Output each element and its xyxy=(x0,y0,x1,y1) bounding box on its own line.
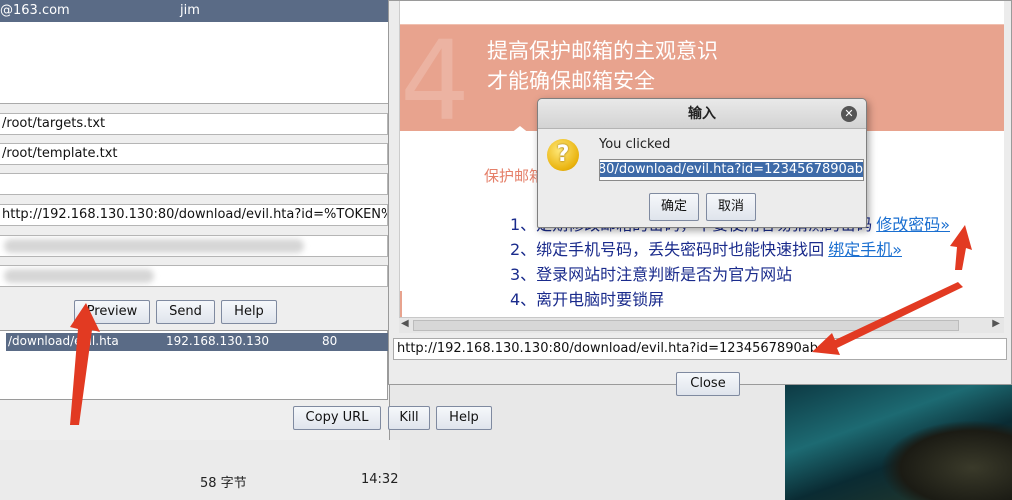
copy-url-button[interactable]: Copy URL xyxy=(293,406,381,430)
list-item: 2、绑定手机号码，丢失密码时也能快速找回 绑定手机» xyxy=(510,236,1004,261)
dialog-input[interactable]: http://192.168.130.130:80/download/evil.… xyxy=(599,159,864,181)
scroll-left-icon[interactable]: ◀ xyxy=(401,318,409,329)
table-cell-path: /download/evil.hta xyxy=(8,334,119,348)
bind-phone-link[interactable]: 绑定手机» xyxy=(828,240,902,259)
tip-text: 3、登录网站时注意判断是否为官方网站 xyxy=(510,265,793,284)
ok-button[interactable]: 确定 xyxy=(649,193,699,221)
table-cell-host: 192.168.130.130 xyxy=(166,334,270,348)
help-button[interactable]: Help xyxy=(221,300,277,324)
preview-button[interactable]: Preview xyxy=(74,300,150,324)
clock-time: 14:32 xyxy=(361,472,399,487)
redacted-field-1[interactable] xyxy=(0,235,388,257)
tip-text: 2、绑定手机号码，丢失密码时也能快速找回 xyxy=(510,240,825,259)
phishing-tool-window: @163.com jim /root/targets.txt /root/tem… xyxy=(0,0,492,440)
dialog-input-value: http://192.168.130.130:80/download/evil.… xyxy=(600,162,863,177)
banner-line2: 才能确保邮箱安全 xyxy=(487,69,655,93)
url-bar[interactable]: http://192.168.130.130:80/download/evil.… xyxy=(393,338,1007,360)
hosted-files-table: /download/evil.hta 192.168.130.130 80 xyxy=(0,330,388,400)
dialog-message: You clicked xyxy=(599,137,671,152)
banner-line1: 提高保护邮箱的主观意识 xyxy=(487,39,718,63)
input-dialog: 输入 ✕ ? You clicked http://192.168.130.13… xyxy=(537,98,867,228)
change-password-link[interactable]: 修改密码» xyxy=(876,215,950,234)
protect-label: 保护邮箱 xyxy=(484,167,545,185)
help-button-bottom[interactable]: Help xyxy=(436,406,492,430)
empty-field[interactable] xyxy=(0,173,388,195)
close-button[interactable]: Close xyxy=(676,372,740,396)
url-field[interactable]: http://192.168.130.130:80/download/evil.… xyxy=(0,204,388,226)
page-top-strip xyxy=(400,1,1004,25)
send-button[interactable]: Send xyxy=(156,300,215,324)
banner-number: 4 xyxy=(400,17,470,145)
template-field[interactable]: /root/template.txt xyxy=(0,143,388,165)
scroll-right-icon[interactable]: ▶ xyxy=(992,318,1000,329)
account-name: jim xyxy=(180,3,200,18)
redacted-field-2[interactable] xyxy=(0,265,388,287)
horizontal-scrollbar[interactable]: ◀ ▶ xyxy=(399,317,1004,333)
question-icon: ? xyxy=(547,139,579,171)
table-row[interactable]: /download/evil.hta 192.168.130.130 80 xyxy=(6,333,388,351)
scroll-thumb[interactable] xyxy=(413,320,959,331)
targets-field[interactable]: /root/targets.txt xyxy=(0,113,388,135)
table-cell-port: 80 xyxy=(322,334,338,348)
tip-text: 4、离开电脑时要锁屏 xyxy=(510,290,665,309)
list-item: 4、离开电脑时要锁屏 xyxy=(510,286,1004,311)
close-icon[interactable]: ✕ xyxy=(841,106,857,122)
list-item: 3、登录网站时注意判断是否为官方网站 xyxy=(510,261,1004,286)
page-border-line xyxy=(400,291,402,317)
kill-button[interactable]: Kill xyxy=(388,406,430,430)
banner-notch xyxy=(510,126,530,134)
dialog-title: 输入 xyxy=(538,99,866,129)
account-email: @163.com xyxy=(0,3,70,18)
account-list[interactable] xyxy=(0,22,388,104)
status-bar: 58 字节 14:32 xyxy=(0,440,400,500)
redaction-blur xyxy=(4,239,304,253)
file-size: 58 字节 xyxy=(200,476,247,491)
desktop-wallpaper-detail xyxy=(880,420,1012,500)
cancel-button[interactable]: 取消 xyxy=(706,193,756,221)
account-row-selected[interactable]: @163.com jim xyxy=(0,0,388,22)
redaction-blur xyxy=(4,269,154,283)
